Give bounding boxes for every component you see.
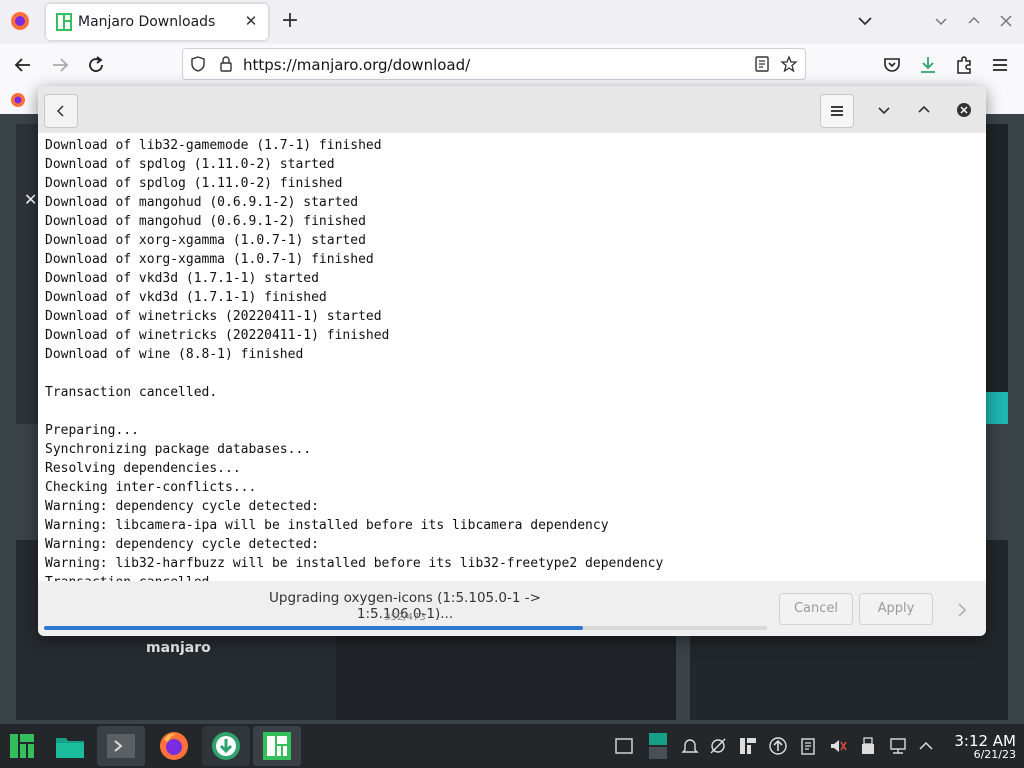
back-arrow-icon[interactable] <box>12 54 34 76</box>
minimize-window-icon[interactable] <box>932 12 950 30</box>
extensions-icon[interactable] <box>953 54 975 76</box>
lock-icon[interactable] <box>217 55 235 73</box>
progress-fill <box>44 626 583 630</box>
dialog-header <box>38 86 986 134</box>
reader-view-icon[interactable] <box>753 55 771 73</box>
maximize-window-icon[interactable] <box>965 12 983 30</box>
notifications-icon[interactable] <box>680 736 700 756</box>
tab-close-icon[interactable]: ✕ <box>242 12 260 30</box>
network-tools-icon[interactable] <box>708 736 728 756</box>
shield-icon[interactable] <box>189 55 207 73</box>
network-wired-icon[interactable] <box>888 736 908 756</box>
transaction-dialog: Download of lib32-gamemode (1.7-1) finis… <box>38 86 986 636</box>
manjaro-settings-icon[interactable] <box>261 730 293 762</box>
transaction-progress-bar <box>44 626 767 630</box>
dialog-minimize-icon[interactable] <box>874 100 894 120</box>
pocket-icon[interactable] <box>881 54 903 76</box>
downloads-icon[interactable] <box>917 54 939 76</box>
list-all-tabs-icon[interactable] <box>856 12 874 30</box>
dialog-maximize-icon[interactable] <box>914 100 934 120</box>
page-sidebar-thumbs <box>986 124 1008 424</box>
update-icon[interactable] <box>768 736 788 756</box>
navigation-toolbar: https://manjaro.org/download/ <box>0 44 1024 86</box>
tab-manjaro-downloads[interactable]: Manjaro Downloads ✕ <box>46 4 268 40</box>
clipboard-icon[interactable] <box>798 736 818 756</box>
forward-arrow-icon[interactable] <box>49 54 71 76</box>
workspace-switcher-icon[interactable] <box>648 732 668 760</box>
hamburger-menu-icon <box>831 106 843 116</box>
manjaro-brand-logo: manjaro <box>146 640 211 656</box>
usb-device-icon[interactable] <box>858 736 878 756</box>
apply-button[interactable]: Apply <box>859 593 933 625</box>
tab-bar: Manjaro Downloads ✕ + <box>0 0 1024 45</box>
firefox-icon[interactable] <box>158 730 190 762</box>
transaction-log[interactable]: Download of lib32-gamemode (1.7-1) finis… <box>38 133 986 581</box>
reload-icon[interactable] <box>85 54 107 76</box>
new-tab-button[interactable]: + <box>279 10 301 32</box>
manjaro-start-menu-icon[interactable] <box>6 730 38 762</box>
dialog-menu-button[interactable] <box>820 94 854 128</box>
page-teal-button[interactable] <box>986 392 1008 424</box>
url-text: https://manjaro.org/download/ <box>243 56 471 74</box>
file-manager-icon[interactable] <box>54 730 86 762</box>
chevron-right-icon[interactable] <box>952 600 972 620</box>
software-installer-icon[interactable] <box>210 730 242 762</box>
manjaro-favicon-icon <box>56 13 72 31</box>
log-text: Download of lib32-gamemode (1.7-1) finis… <box>45 138 664 581</box>
hamburger-menu-icon[interactable] <box>989 54 1011 76</box>
bookmark-star-icon[interactable] <box>780 55 798 73</box>
tray-expand-chevron-icon[interactable] <box>916 736 936 756</box>
volume-muted-icon[interactable] <box>828 736 848 756</box>
dialog-back-button[interactable] <box>44 94 78 128</box>
transaction-counter: 352/473 <box>384 612 426 623</box>
close-window-icon[interactable] <box>997 12 1015 30</box>
dialog-close-icon[interactable] <box>954 100 974 120</box>
cancel-button[interactable]: Cancel <box>779 593 853 625</box>
taskbar <box>0 724 1024 768</box>
manjaro-tray-icon[interactable] <box>738 736 758 756</box>
show-desktop-icon[interactable] <box>614 736 634 756</box>
tab-title: Manjaro Downloads <box>78 14 216 30</box>
terminal-icon[interactable] <box>105 730 137 762</box>
page-close-icon[interactable]: ✕ <box>24 190 37 209</box>
firefox-bookmark-icon[interactable] <box>10 92 26 108</box>
chevron-left-icon <box>56 105 64 117</box>
firefox-view-icon[interactable] <box>10 11 30 31</box>
clock-date[interactable]: 6/21/23 <box>946 748 1016 761</box>
url-bar[interactable]: https://manjaro.org/download/ <box>182 48 806 80</box>
